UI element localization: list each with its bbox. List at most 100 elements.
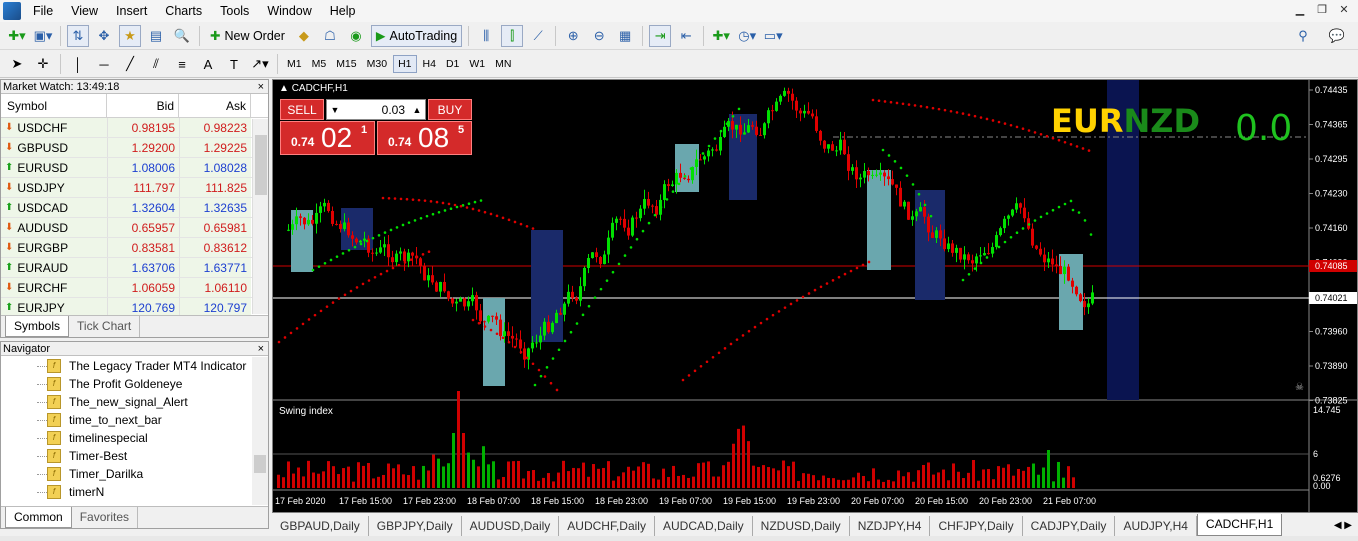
close-icon[interactable]: × bbox=[258, 80, 264, 94]
close-icon[interactable]: ✕ bbox=[1336, 3, 1352, 18]
list-item[interactable]: f timerN bbox=[1, 483, 251, 501]
symbol-cell[interactable]: ⬆ EURAUD bbox=[1, 258, 107, 277]
zoom-out-icon[interactable]: ⊖ bbox=[588, 25, 610, 47]
menu-charts[interactable]: Charts bbox=[156, 0, 211, 22]
text-icon[interactable]: A bbox=[197, 53, 219, 75]
navigator-icon[interactable]: ★ bbox=[119, 24, 141, 47]
chart-tab[interactable]: NZDUSD,Daily bbox=[753, 516, 850, 536]
bar-chart-icon[interactable]: ⫼ bbox=[475, 25, 497, 47]
autotrading-button[interactable]: ▶ AutoTrading bbox=[370, 24, 463, 47]
minimize-icon[interactable]: ▁ bbox=[1292, 3, 1308, 18]
navigator-scrollbar[interactable] bbox=[252, 357, 268, 505]
strategy-tester-icon[interactable]: 🔍 bbox=[171, 25, 193, 47]
timeframe-h1[interactable]: H1 bbox=[393, 55, 417, 73]
community-icon[interactable]: ◉ bbox=[345, 25, 367, 47]
autoscroll-icon[interactable]: ⇥ bbox=[649, 24, 672, 47]
column-bid[interactable]: Bid bbox=[107, 94, 179, 117]
timeframe-mn[interactable]: MN bbox=[491, 56, 515, 72]
symbol-cell[interactable]: ⬆ EURUSD bbox=[1, 158, 107, 177]
symbol-cell[interactable]: ⬇ AUDUSD bbox=[1, 218, 107, 237]
horizontal-line-icon[interactable]: ─ bbox=[93, 53, 115, 75]
chart-tab[interactable]: CHFJPY,Daily bbox=[930, 516, 1023, 536]
channel-icon[interactable]: ⫽ bbox=[145, 53, 167, 75]
table-row[interactable]: ⬆ EURAUD 1.63706 1.63771 bbox=[1, 258, 268, 278]
symbol-cell[interactable]: ⬇ USDCHF bbox=[1, 118, 107, 137]
new-order-button[interactable]: ✚ New Order bbox=[206, 25, 289, 47]
menu-insert[interactable]: Insert bbox=[107, 0, 156, 22]
close-icon[interactable]: × bbox=[258, 342, 264, 356]
table-row[interactable]: ⬇ USDJPY 111.797 111.825 bbox=[1, 178, 268, 198]
menu-tools[interactable]: Tools bbox=[211, 0, 258, 22]
indicators-icon[interactable]: ✚▾ bbox=[710, 25, 732, 47]
cursor-icon[interactable]: ➤ bbox=[6, 53, 28, 75]
arrows-icon[interactable]: ↗▾ bbox=[249, 53, 271, 75]
text-label-icon[interactable]: T bbox=[223, 53, 245, 75]
chart-tab[interactable]: AUDCAD,Daily bbox=[655, 516, 753, 536]
buy-button[interactable]: BUY bbox=[428, 99, 472, 120]
chart-window[interactable]: 0.744350.743650.742950.742300.741600.740… bbox=[272, 79, 1358, 513]
symbol-cell[interactable]: ⬇ EURCHF bbox=[1, 278, 107, 297]
tab-symbols[interactable]: Symbols bbox=[5, 316, 70, 337]
table-row[interactable]: ⬇ AUDUSD 0.65957 0.65981 bbox=[1, 218, 268, 238]
new-chart-icon[interactable]: ✚▾ bbox=[6, 25, 28, 47]
sell-button[interactable]: SELL bbox=[280, 99, 324, 120]
profiles-icon[interactable]: ▣▾ bbox=[32, 25, 54, 47]
search-icon[interactable]: ⚲ bbox=[1292, 25, 1314, 47]
lot-increase-icon[interactable]: ▲ bbox=[409, 105, 425, 115]
trendline-icon[interactable]: ╱ bbox=[119, 53, 141, 75]
table-row[interactable]: ⬇ GBPUSD 1.29200 1.29225 bbox=[1, 138, 268, 158]
vertical-line-icon[interactable]: │ bbox=[67, 53, 89, 75]
chart-tab[interactable]: NZDJPY,H4 bbox=[850, 516, 931, 536]
sell-price[interactable]: 0.74 02 1 bbox=[280, 121, 375, 155]
list-item[interactable]: f time_to_next_bar bbox=[1, 411, 251, 429]
menu-window[interactable]: Window bbox=[258, 0, 320, 22]
chart-tab[interactable]: AUDCHF,Daily bbox=[559, 516, 655, 536]
timeframe-m15[interactable]: M15 bbox=[332, 56, 360, 72]
tab-common[interactable]: Common bbox=[5, 507, 72, 528]
list-item[interactable]: f The Profit Goldeneye bbox=[1, 375, 251, 393]
zoom-in-icon[interactable]: ⊕ bbox=[562, 25, 584, 47]
chart-tab[interactable]: CADCHF,H1 bbox=[1196, 514, 1283, 536]
symbol-cell[interactable]: ⬇ GBPUSD bbox=[1, 138, 107, 157]
symbol-cell[interactable]: ⬇ USDJPY bbox=[1, 178, 107, 197]
buy-price[interactable]: 0.74 08 5 bbox=[377, 121, 472, 155]
menu-help[interactable]: Help bbox=[321, 0, 365, 22]
fibonacci-icon[interactable]: ≡ bbox=[171, 53, 193, 75]
chart-tab[interactable]: CADJPY,Daily bbox=[1023, 516, 1116, 536]
tab-favorites[interactable]: Favorites bbox=[72, 507, 139, 528]
chart-shift-icon[interactable]: ⇤ bbox=[675, 25, 697, 47]
list-item[interactable]: f timelinespecial bbox=[1, 429, 251, 447]
timeframe-h4[interactable]: H4 bbox=[419, 56, 440, 72]
periods-icon[interactable]: ◷▾ bbox=[736, 25, 758, 47]
column-ask[interactable]: Ask bbox=[179, 94, 251, 117]
list-item[interactable]: f The Legacy Trader MT4 Indicator bbox=[1, 357, 251, 375]
templates-icon[interactable]: ▭▾ bbox=[762, 25, 784, 47]
symbol-cell[interactable]: ⬇ EURGBP bbox=[1, 238, 107, 257]
candlestick-icon[interactable]: ⫿ bbox=[501, 24, 524, 47]
lot-size-value[interactable]: 0.03 bbox=[343, 103, 409, 117]
table-row[interactable]: ⬇ EURGBP 0.83581 0.83612 bbox=[1, 238, 268, 258]
timeframe-w1[interactable]: W1 bbox=[465, 56, 489, 72]
chat-icon[interactable]: 💬 bbox=[1326, 25, 1348, 47]
line-chart-icon[interactable]: ⟋ bbox=[527, 25, 549, 47]
tab-tick-chart[interactable]: Tick Chart bbox=[69, 316, 141, 337]
timeframe-d1[interactable]: D1 bbox=[442, 56, 463, 72]
column-symbol[interactable]: Symbol bbox=[1, 94, 107, 117]
menu-view[interactable]: View bbox=[62, 0, 107, 22]
menu-file[interactable]: File bbox=[24, 0, 62, 22]
scrollbar-thumb[interactable] bbox=[254, 455, 266, 473]
market-watch-scrollbar[interactable] bbox=[252, 119, 268, 314]
list-item[interactable]: f Timer_Darilka bbox=[1, 465, 251, 483]
crosshair-icon[interactable]: ✛ bbox=[32, 53, 54, 75]
scrollbar-thumb[interactable] bbox=[255, 135, 267, 195]
lot-decrease-icon[interactable]: ▼ bbox=[327, 105, 343, 115]
metaeditor-icon[interactable]: ◆ bbox=[293, 25, 315, 47]
restore-icon[interactable]: ❐ bbox=[1314, 3, 1330, 18]
chart-tab[interactable]: GBPAUD,Daily bbox=[272, 516, 369, 536]
list-item[interactable]: f The_new_signal_Alert bbox=[1, 393, 251, 411]
terminal-icon[interactable]: ▤ bbox=[145, 25, 167, 47]
tab-scroll-icon[interactable]: ◀ ▶ bbox=[1328, 516, 1358, 536]
tile-windows-icon[interactable]: ▦ bbox=[614, 25, 636, 47]
timeframe-m5[interactable]: M5 bbox=[308, 56, 331, 72]
timeframe-m30[interactable]: M30 bbox=[363, 56, 391, 72]
